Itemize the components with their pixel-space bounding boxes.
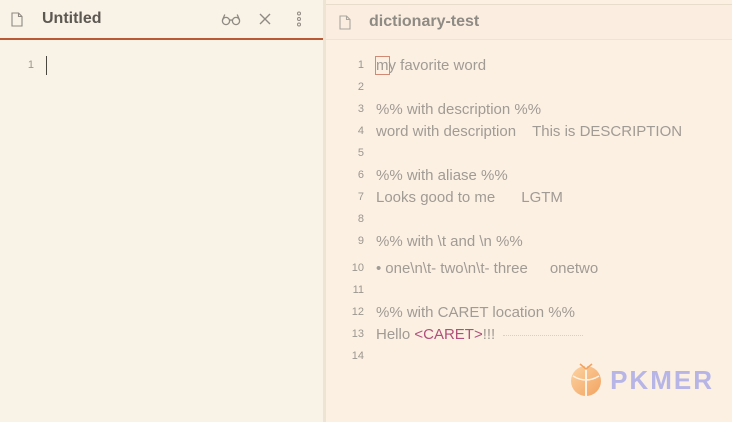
pkmer-logo-text: PKMER [610, 364, 714, 395]
right-editor-pane: dictionary-test 1 my favorite word 2 3 %… [326, 0, 732, 422]
line-number: 7 [357, 191, 364, 203]
editor-line[interactable]: 7 Looks good to me LGTM [326, 186, 732, 208]
editor-line[interactable]: 8 [326, 208, 732, 230]
line-content[interactable]: %% with aliase %% [376, 167, 508, 184]
line-number: 13 [351, 328, 364, 340]
file-icon [339, 14, 351, 30]
line-content[interactable]: my favorite word [375, 55, 486, 75]
line-number: 11 [352, 284, 364, 296]
line-number: 8 [357, 213, 364, 225]
line-number: 5 [357, 147, 364, 159]
line-content[interactable]: • one\n\t- two\n\t- three onetwo [376, 260, 598, 277]
more-options-icon[interactable] [289, 9, 309, 29]
right-tab-header: dictionary-test [326, 4, 732, 40]
line-content[interactable]: Hello <CARET>!!! [376, 325, 584, 343]
file-icon [11, 11, 23, 27]
editor-line[interactable]: 13 Hello <CARET>!!! [326, 323, 732, 345]
editor-line[interactable]: 1 [0, 54, 323, 76]
line-number: 14 [351, 350, 364, 362]
left-tab-header: Untitled [0, 0, 323, 40]
editor-line[interactable]: 9 %% with \t and \n %% [326, 230, 732, 252]
line-number: 12 [351, 306, 364, 318]
line-content[interactable]: %% with description %% [376, 101, 541, 118]
left-tab-title[interactable]: Untitled [42, 10, 102, 28]
line-content[interactable]: Looks good to me LGTM [376, 189, 563, 206]
line-number: 4 [357, 125, 364, 137]
left-editor-pane: Untitled 1 [0, 0, 323, 422]
line-number: 1 [27, 59, 34, 71]
line-number: 9 [357, 235, 364, 247]
editor-line[interactable]: 2 [326, 76, 732, 98]
line-number: 1 [357, 59, 364, 71]
line-content[interactable]: word with description This is DESCRIPTION [376, 123, 682, 140]
line-number: 6 [357, 169, 364, 181]
list-bullet: • [376, 259, 382, 277]
suggestion-alias: LGTM [521, 188, 563, 206]
caret-placeholder: <CARET> [414, 325, 483, 343]
line-number: 3 [357, 103, 364, 115]
line-content[interactable] [46, 55, 47, 75]
pkmer-logo-icon [571, 363, 602, 396]
editor-line[interactable]: 12 %% with CARET location %% [326, 301, 732, 323]
editor-line[interactable]: 3 %% with description %% [326, 98, 732, 120]
text-caret [46, 55, 47, 75]
editor-line[interactable]: 5 [326, 142, 732, 164]
editor-line[interactable]: 11 [326, 279, 732, 301]
left-editor[interactable]: 1 [0, 44, 323, 422]
editor-line[interactable]: 4 word with description This is DESCRIPTI… [326, 120, 732, 142]
line-number: 2 [357, 81, 364, 93]
tab-actions [221, 0, 309, 38]
pkmer-logo: PKMER [568, 362, 714, 398]
highlighted-char: m [375, 55, 390, 75]
editor-line[interactable]: 1 my favorite word [326, 54, 732, 76]
line-number: 10 [351, 262, 364, 274]
suggestion-preview: onetwo [549, 259, 599, 277]
editor-line[interactable]: 10 • one\n\t- two\n\t- three onetwo [326, 257, 732, 279]
trailing-whitespace-marker [503, 334, 584, 336]
reading-view-icon[interactable] [221, 9, 241, 29]
suggestion-description: This is DESCRIPTION [532, 122, 683, 140]
editor-line[interactable]: 6 %% with aliase %% [326, 164, 732, 186]
close-icon[interactable] [255, 9, 275, 29]
line-content[interactable]: %% with \t and \n %% [376, 233, 523, 250]
line-content[interactable]: %% with CARET location %% [376, 304, 575, 321]
right-tab-title[interactable]: dictionary-test [369, 13, 479, 31]
